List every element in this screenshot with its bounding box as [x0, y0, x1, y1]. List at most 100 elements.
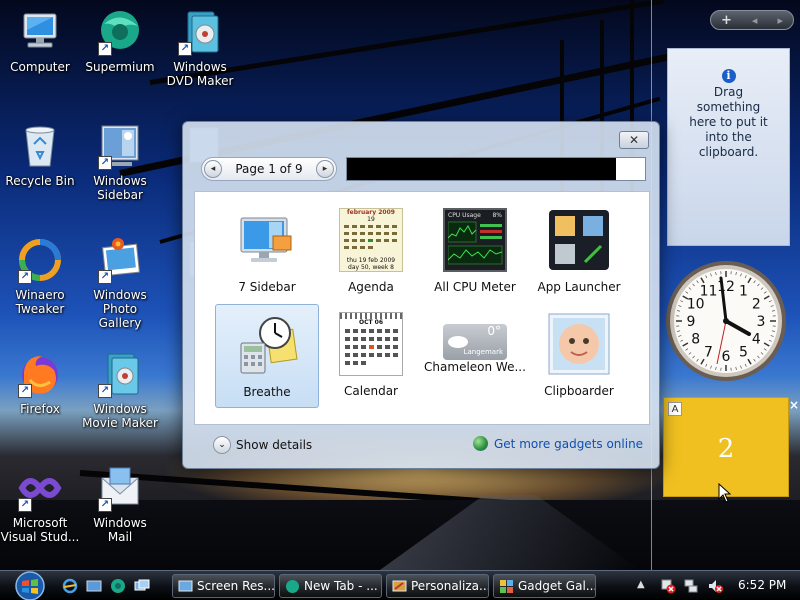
shortcut-arrow-icon: ↗ [18, 498, 32, 512]
desktop-icon-computer[interactable]: Computer [0, 8, 80, 74]
clock-number: 3 [757, 314, 766, 330]
screen-resolution-icon [178, 579, 193, 594]
app-launcher-icon [547, 208, 611, 272]
task-screen-resolution[interactable]: Screen Res... [172, 574, 275, 598]
task-gadget-gallery[interactable]: Gadget Gal... [493, 574, 596, 598]
shortcut-arrow-icon: ↗ [18, 384, 32, 398]
clock-gadget[interactable]: 12 1 2 3 4 5 6 7 8 9 10 11 [663, 258, 789, 384]
desktop-icon-visual-studio[interactable]: ↗ Microsoft Visual Stud... [0, 464, 80, 544]
desktop-icon-winaero-tweaker[interactable]: ↗ Winaero Tweaker [0, 236, 80, 316]
sidebar-controls: + ◂ ▸ [710, 10, 794, 30]
agenda-calendar-icon: february 2009 19 thu 19 feb 2009 day 50,… [339, 208, 403, 272]
clock-face-icon: 12 1234567891011 [666, 261, 786, 381]
gadget-gallery-window: ✕ ◂ Page 1 of 9 ▸ 7 Sidebar february 200… [182, 121, 660, 469]
desktop-icon-label: Supermium [85, 60, 155, 74]
get-more-gadgets-link[interactable]: Get more gadgets online [473, 436, 643, 451]
globe-icon [473, 436, 488, 451]
desktop-icon-windows-sidebar[interactable]: ↗ Windows Sidebar [80, 122, 160, 202]
desktop-icon-windows-photo-gallery[interactable]: ↗ Windows Photo Gallery [80, 236, 160, 330]
agenda-gadget[interactable]: A 2 [663, 397, 789, 497]
computer-icon [16, 8, 64, 56]
agenda-tag: A [668, 402, 682, 416]
desktop-icon-label: Windows Photo Gallery [93, 288, 147, 330]
sidebar-next-button[interactable]: ▸ [777, 14, 783, 27]
gadget-tile-agenda[interactable]: february 2009 19 thu 19 feb 2009 day 50,… [319, 200, 423, 304]
show-hidden-icons-button[interactable]: ▲ [637, 579, 645, 590]
page-navigator: ◂ Page 1 of 9 ▸ [201, 157, 337, 181]
desktop-icon-firefox[interactable]: ↗ Firefox [0, 350, 80, 416]
add-gadget-button[interactable]: + [721, 13, 732, 28]
close-button[interactable]: ✕ [619, 131, 649, 149]
desktop-icon-windows-dvd-maker[interactable]: ↗ Windows DVD Maker [160, 8, 240, 88]
chevron-down-icon: ⌄ [213, 436, 231, 454]
gadget-name: Agenda [348, 280, 394, 294]
shortcut-arrow-icon: ↗ [98, 156, 112, 170]
supermium-quicklaunch-icon[interactable] [110, 578, 126, 594]
internet-explorer-icon[interactable] [62, 578, 78, 594]
desktop-icon-supermium[interactable]: ↗ Supermium [80, 8, 160, 74]
gadget-tile-7-sidebar[interactable]: 7 Sidebar [215, 200, 319, 304]
gadget-tile-clipboarder[interactable]: Clipboarder [527, 304, 631, 408]
calendar-thumb-month: OCT 06 [358, 319, 384, 326]
network-error-icon[interactable] [660, 578, 676, 594]
show-desktop-icon[interactable] [86, 578, 102, 594]
supermium-icon: ↗ [96, 8, 144, 56]
task-label: Screen Res... [197, 579, 275, 593]
task-new-tab[interactable]: New Tab - ... [279, 574, 382, 598]
gadget-tile-chameleon-weather[interactable]: 0° Langemark Chameleon We... [423, 304, 527, 408]
clock-number: 9 [687, 314, 696, 330]
info-icon: i [721, 69, 736, 83]
agenda-number: 2 [717, 434, 735, 464]
gadget-name: App Launcher [537, 280, 621, 294]
next-page-button[interactable]: ▸ [316, 160, 334, 178]
weather-icon: 0° Langemark [443, 324, 507, 360]
gadget-tile-calendar[interactable]: OCT 06 Calendar [319, 304, 423, 408]
prev-page-button[interactable]: ◂ [204, 160, 222, 178]
clock-number: 12 [717, 279, 735, 295]
visual-studio-icon: ↗ [16, 464, 64, 512]
network-icon[interactable] [683, 578, 699, 594]
cpu-thumb-percent: 8% [492, 212, 502, 219]
shortcut-arrow-icon: ↗ [98, 270, 112, 284]
gadget-name: Chameleon We... [424, 360, 526, 374]
gadget-name: 7 Sidebar [238, 280, 296, 294]
agenda-thumb-day: 19 [367, 216, 375, 223]
clipboard-message: Drag something here to put it into the c… [689, 85, 768, 159]
gadget-tile-breathe[interactable]: Breathe [215, 304, 319, 408]
close-icon[interactable]: × [789, 398, 799, 412]
gadget-name: Clipboarder [544, 384, 614, 398]
taskbar-clock[interactable]: 6:52 PM [738, 578, 786, 592]
search-input[interactable] [346, 157, 646, 181]
winaero-tweaker-icon: ↗ [16, 236, 64, 284]
show-details-label: Show details [236, 438, 313, 452]
desktop-icon-label: Computer [10, 60, 70, 74]
desktop-icon-recycle-bin[interactable]: Recycle Bin [0, 122, 80, 188]
show-details-toggle[interactable]: ⌄ Show details [213, 436, 312, 454]
desktop-icon-label: Windows Sidebar [93, 174, 147, 202]
sidebar-app-icon: ↗ [96, 122, 144, 170]
task-label: New Tab - ... [304, 579, 378, 593]
desktop-icon-label: Firefox [20, 402, 60, 416]
calendar-grid-icon [345, 329, 398, 365]
cpu-thumb-title: CPU Usage [448, 212, 481, 219]
switch-windows-icon[interactable] [134, 578, 150, 594]
baby-photo-icon [547, 312, 611, 376]
start-button[interactable] [8, 571, 52, 600]
clock-number: 5 [739, 344, 748, 360]
photo-gallery-icon: ↗ [96, 236, 144, 284]
clipboard-gadget[interactable]: i Drag something here to put it into the… [667, 48, 790, 246]
shortcut-arrow-icon: ↗ [178, 42, 192, 56]
gadget-tile-all-cpu-meter[interactable]: CPU Usage 8% All CPU Meter [423, 200, 527, 304]
shortcut-arrow-icon: ↗ [18, 270, 32, 284]
desktop-icon-windows-mail[interactable]: ↗ Windows Mail [80, 464, 160, 544]
desktop-icon-label: Windows DVD Maker [166, 60, 234, 88]
clock-number: 7 [704, 344, 713, 360]
clock-number: 4 [752, 332, 761, 348]
volume-muted-icon[interactable] [707, 578, 723, 594]
desktop-icon-windows-movie-maker[interactable]: ↗ Windows Movie Maker [80, 350, 160, 430]
gadget-tile-app-launcher[interactable]: App Launcher [527, 200, 631, 304]
task-personalization[interactable]: Personaliza... [386, 574, 489, 598]
clock-number: 6 [722, 349, 731, 365]
personalization-icon [392, 579, 407, 594]
sidebar-prev-button[interactable]: ◂ [752, 14, 758, 27]
